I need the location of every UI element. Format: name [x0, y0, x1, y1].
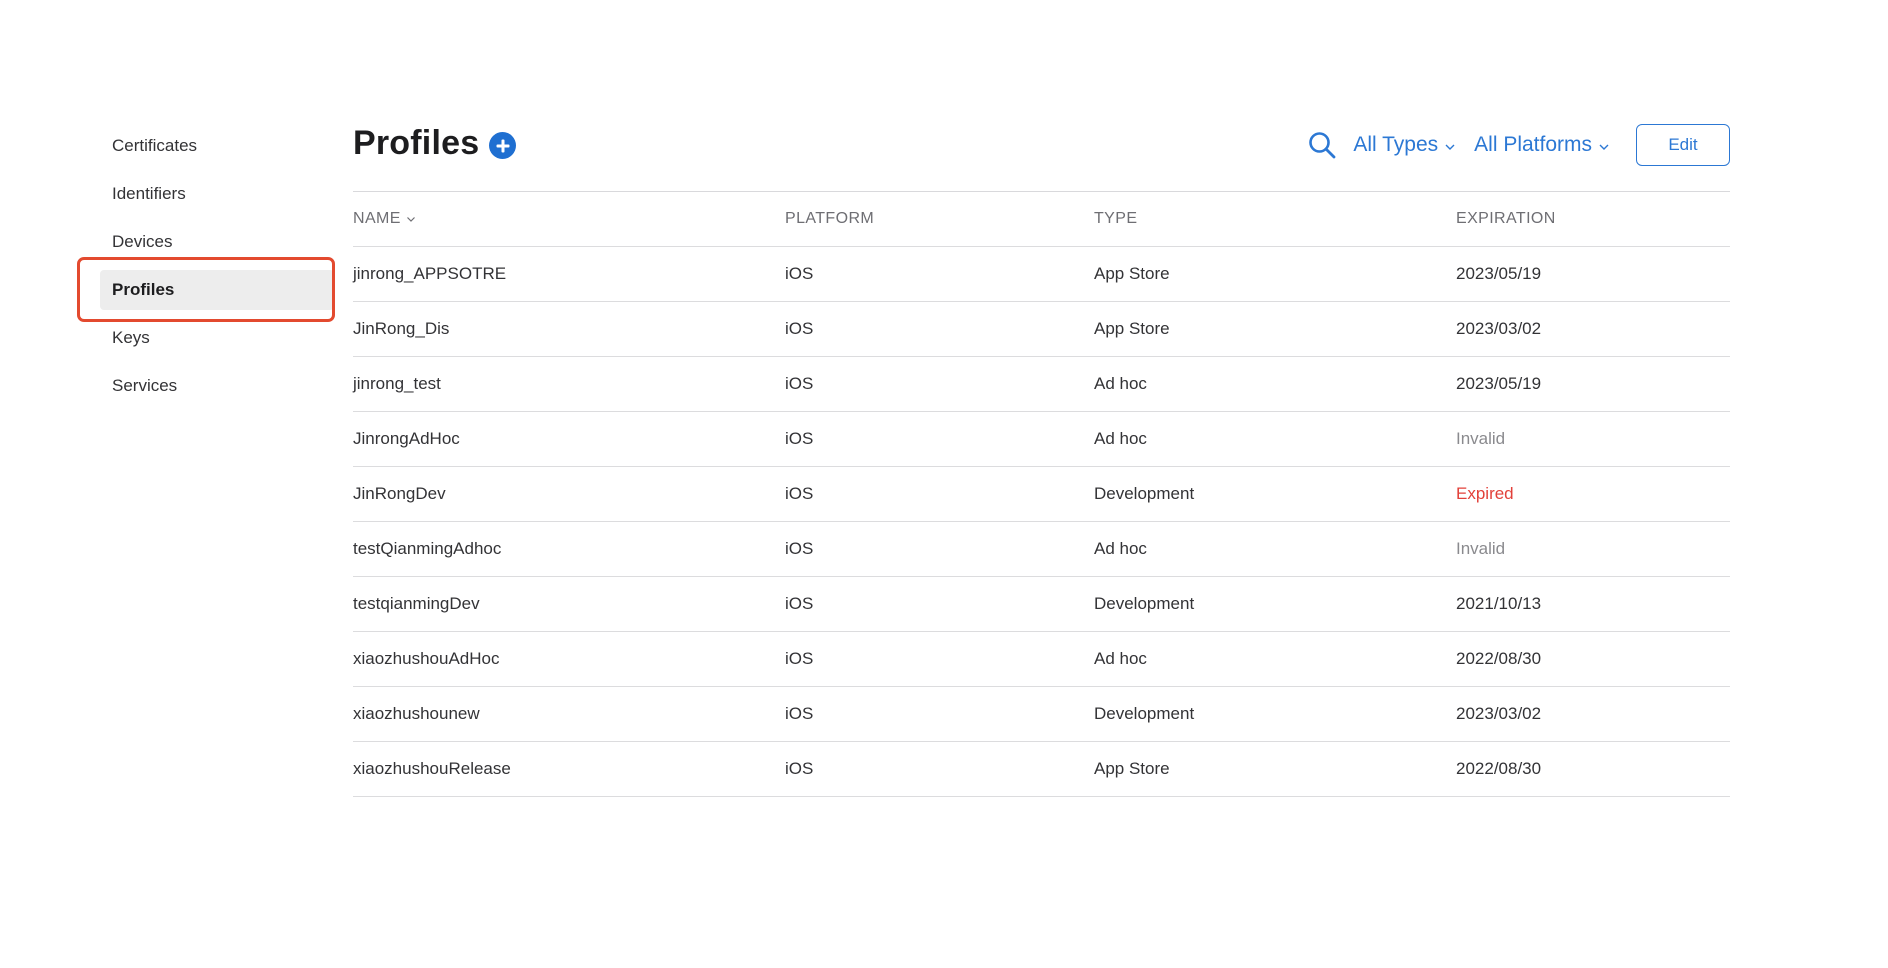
column-header-name[interactable]: NAME — [353, 210, 785, 228]
profile-platform: iOS — [785, 374, 814, 393]
profile-name-link[interactable]: testQianmingAdhoc — [353, 539, 785, 559]
profile-expiration: 2023/03/02 — [1456, 319, 1542, 338]
profile-name-link[interactable]: JinrongAdHoc — [353, 429, 785, 449]
profile-platform: iOS — [785, 594, 814, 613]
platform-filter-label: All Platforms — [1474, 133, 1592, 156]
profile-name-link[interactable]: testqianmingDev — [353, 594, 785, 614]
profile-type: Ad hoc — [1094, 374, 1147, 393]
profile-type: Development — [1094, 594, 1195, 613]
profile-type: Development — [1094, 484, 1195, 503]
profile-type: Ad hoc — [1094, 649, 1147, 668]
toolbar: All Types All Platforms Edit — [1307, 124, 1730, 166]
sidebar-item-certificates[interactable]: Certificates — [100, 126, 334, 166]
profile-expiration: 2023/05/19 — [1456, 374, 1542, 393]
table-row[interactable]: xiaozhushounew iOS Development 2023/03/0… — [353, 687, 1730, 742]
chevron-down-icon — [1445, 144, 1455, 150]
profile-platform: iOS — [785, 264, 814, 283]
profile-expiration: 2023/03/02 — [1456, 704, 1542, 723]
edit-button[interactable]: Edit — [1636, 124, 1730, 166]
profile-name-link[interactable]: JinRong_Dis — [353, 319, 785, 339]
table-row[interactable]: jinrong_APPSOTRE iOS App Store 2023/05/1… — [353, 247, 1730, 302]
type-filter-dropdown[interactable]: All Types — [1353, 133, 1456, 157]
profile-expiration-status: Invalid — [1456, 539, 1506, 558]
sidebar-item-devices[interactable]: Devices — [100, 222, 334, 262]
column-header-type: TYPE — [1094, 210, 1138, 227]
profile-name-link[interactable]: JinRongDev — [353, 484, 785, 504]
plus-circle-icon[interactable] — [489, 132, 517, 159]
column-header-expiration: EXPIRATION — [1456, 210, 1556, 227]
table-row[interactable]: JinrongAdHoc iOS Ad hoc Invalid — [353, 412, 1730, 467]
sidebar-item-keys[interactable]: Keys — [100, 318, 334, 358]
profile-expiration: 2022/08/30 — [1456, 759, 1542, 778]
table-row[interactable]: xiaozhushouAdHoc iOS Ad hoc 2022/08/30 — [353, 632, 1730, 687]
table-row[interactable]: jinrong_test iOS Ad hoc 2023/05/19 — [353, 357, 1730, 412]
chevron-down-icon — [1599, 144, 1609, 150]
profile-expiration: 2021/10/13 — [1456, 594, 1542, 613]
sidebar-item-identifiers[interactable]: Identifiers — [100, 174, 334, 214]
sidebar-item-profiles[interactable]: Profiles — [100, 270, 334, 310]
profile-platform: iOS — [785, 649, 814, 668]
profile-expiration-status: Invalid — [1456, 429, 1506, 448]
profile-platform: iOS — [785, 319, 814, 338]
column-header-name-label: NAME — [353, 210, 401, 227]
profile-platform: iOS — [785, 429, 814, 448]
profile-name-link[interactable]: xiaozhushouRelease — [353, 759, 785, 779]
table-row[interactable]: testqianmingDev iOS Development 2021/10/… — [353, 577, 1730, 632]
sort-chevron-down-icon — [406, 217, 415, 222]
profile-platform: iOS — [785, 539, 814, 558]
profile-name-link[interactable]: jinrong_test — [353, 374, 785, 394]
profile-expiration-status: Expired — [1456, 484, 1514, 503]
profile-type: Ad hoc — [1094, 429, 1147, 448]
page-header: Profiles — [353, 124, 517, 163]
type-filter-label: All Types — [1353, 133, 1439, 156]
platform-filter-dropdown[interactable]: All Platforms — [1474, 133, 1610, 157]
profile-expiration: 2023/05/19 — [1456, 264, 1542, 283]
column-header-platform: PLATFORM — [785, 210, 875, 227]
search-icon[interactable] — [1307, 130, 1337, 160]
profile-platform: iOS — [785, 704, 814, 723]
table-row[interactable]: JinRong_Dis iOS App Store 2023/03/02 — [353, 302, 1730, 357]
page-title: Profiles — [353, 124, 480, 162]
table-row[interactable]: JinRongDev iOS Development Expired — [353, 467, 1730, 522]
profile-type: Ad hoc — [1094, 539, 1147, 558]
profiles-table: NAME PLATFORM TYPE EXPIRATION jinrong_AP… — [353, 191, 1730, 797]
profile-type: App Store — [1094, 319, 1170, 338]
profile-type: App Store — [1094, 759, 1170, 778]
profile-name-link[interactable]: xiaozhushouAdHoc — [353, 649, 785, 669]
table-row[interactable]: testQianmingAdhoc iOS Ad hoc Invalid — [353, 522, 1730, 577]
profile-type: Development — [1094, 704, 1195, 723]
profile-type: App Store — [1094, 264, 1170, 283]
table-header-row: NAME PLATFORM TYPE EXPIRATION — [353, 192, 1730, 247]
table-row[interactable]: xiaozhushouRelease iOS App Store 2022/08… — [353, 742, 1730, 797]
profile-name-link[interactable]: jinrong_APPSOTRE — [353, 264, 785, 284]
sidebar-nav: Certificates Identifiers Devices Profile… — [100, 126, 334, 414]
profile-expiration: 2022/08/30 — [1456, 649, 1542, 668]
profile-platform: iOS — [785, 484, 814, 503]
profile-platform: iOS — [785, 759, 814, 778]
profile-name-link[interactable]: xiaozhushounew — [353, 704, 785, 724]
sidebar-item-services[interactable]: Services — [100, 366, 334, 406]
